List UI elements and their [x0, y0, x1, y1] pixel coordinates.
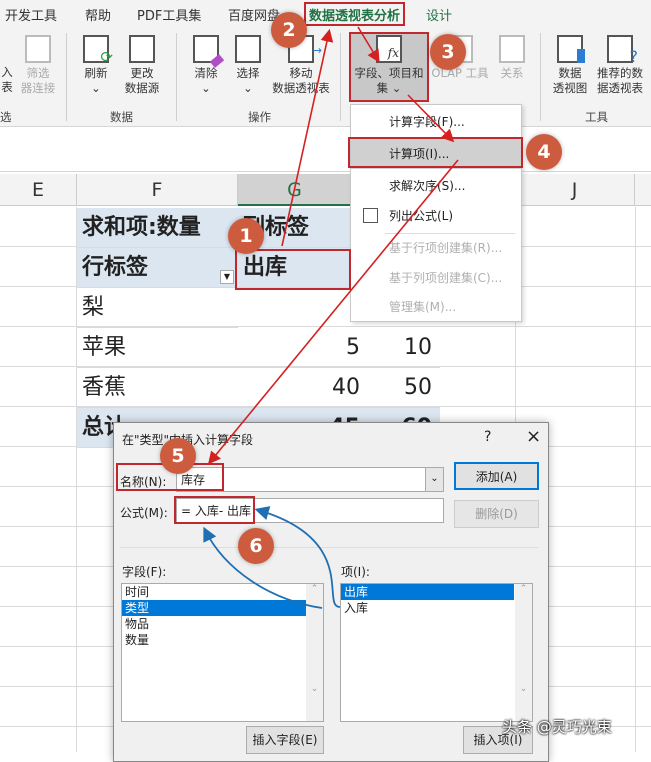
arrow	[407, 94, 455, 143]
step-badge: 1	[228, 218, 264, 254]
step-badge: 3	[430, 34, 466, 70]
step-badge: 6	[238, 528, 274, 564]
arrow	[207, 159, 459, 465]
arrow	[281, 28, 334, 247]
step-badge: 2	[271, 12, 307, 48]
annotation-arrows	[203, 26, 459, 609]
arrow	[357, 26, 380, 63]
step-badge: 5	[160, 438, 196, 474]
step-badge: 4	[526, 134, 562, 170]
